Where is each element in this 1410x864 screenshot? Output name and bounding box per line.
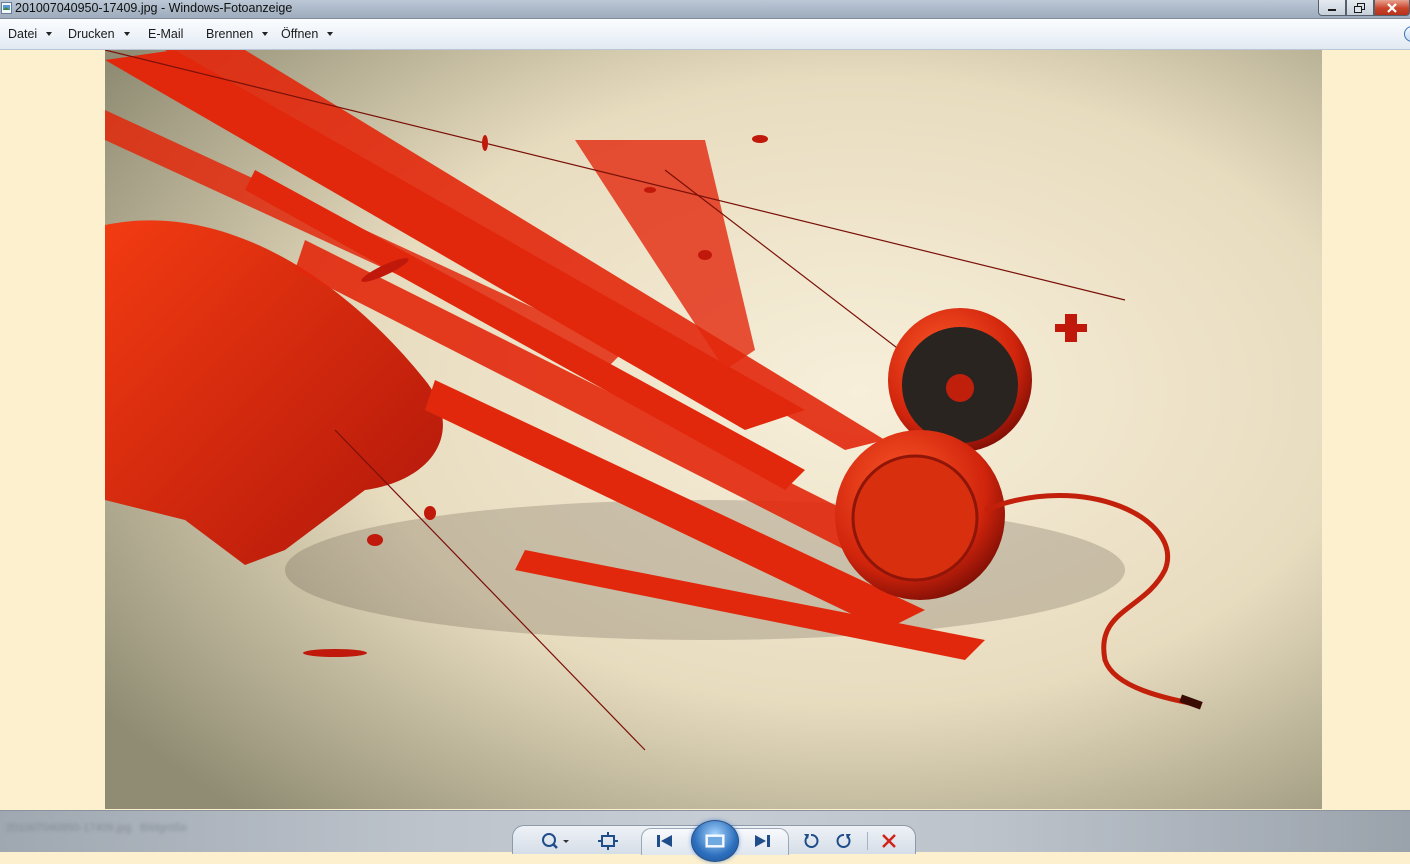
menu-email-label: E-Mail bbox=[148, 27, 184, 41]
menu-oeffnen-label: Öffnen bbox=[281, 27, 319, 41]
menu-bar: Datei Drucken E-Mail Brennen Öffnen bbox=[0, 19, 1410, 50]
menu-brennen[interactable]: Brennen bbox=[206, 27, 269, 41]
delete-icon bbox=[882, 834, 896, 848]
title-bar: 201007040950-17409.jpg - Windows-Fotoanz… bbox=[0, 0, 1410, 19]
menu-email[interactable]: E-Mail bbox=[148, 27, 183, 41]
window-title: 201007040950-17409.jpg - Windows-Fotoanz… bbox=[15, 1, 293, 15]
menu-brennen-label: Brennen bbox=[206, 27, 254, 41]
menu-oeffnen[interactable]: Öffnen bbox=[281, 27, 334, 41]
actual-size-button[interactable] bbox=[597, 831, 619, 851]
previous-icon bbox=[657, 835, 672, 847]
restore-button[interactable] bbox=[1346, 0, 1374, 16]
actual-size-icon bbox=[598, 832, 618, 850]
zoom-icon bbox=[542, 833, 569, 849]
menu-datei[interactable]: Datei bbox=[8, 27, 53, 41]
menu-datei-label: Datei bbox=[8, 27, 38, 41]
help-icon[interactable] bbox=[1404, 26, 1410, 42]
toolbar-separator bbox=[867, 832, 868, 850]
delete-button[interactable] bbox=[878, 831, 900, 851]
slideshow-icon bbox=[705, 834, 725, 848]
rotate-right-button[interactable] bbox=[833, 831, 855, 851]
next-button[interactable] bbox=[751, 831, 773, 851]
rotate-left-button[interactable] bbox=[800, 831, 822, 851]
close-button[interactable] bbox=[1374, 0, 1410, 16]
chevron-down-icon bbox=[46, 32, 53, 36]
close-icon bbox=[1387, 2, 1397, 13]
viewer-controls bbox=[512, 820, 916, 862]
slideshow-button[interactable] bbox=[691, 820, 739, 862]
displayed-photo bbox=[105, 50, 1322, 809]
window-controls bbox=[1318, 0, 1410, 17]
chevron-down-icon bbox=[123, 32, 130, 36]
photo-viewer-icon bbox=[1, 2, 12, 14]
status-info: Bildgröße bbox=[140, 822, 188, 834]
minimize-icon bbox=[1328, 8, 1336, 11]
menu-drucken[interactable]: Drucken bbox=[68, 27, 130, 41]
chevron-down-icon bbox=[327, 32, 334, 36]
image-viewport[interactable] bbox=[0, 50, 1410, 810]
zoom-button[interactable] bbox=[539, 831, 573, 851]
previous-button[interactable] bbox=[654, 831, 676, 851]
restore-icon bbox=[1354, 2, 1365, 13]
chevron-down-icon bbox=[262, 32, 269, 36]
rotate-left-icon bbox=[804, 834, 819, 848]
rotate-right-icon bbox=[836, 834, 851, 848]
menu-drucken-label: Drucken bbox=[68, 27, 115, 41]
bottom-toolbar: 201007040950-17409.jpg Bildgröße bbox=[0, 810, 1410, 862]
next-icon bbox=[755, 835, 770, 847]
status-filename: 201007040950-17409.jpg bbox=[6, 822, 132, 834]
minimize-button[interactable] bbox=[1318, 0, 1346, 16]
